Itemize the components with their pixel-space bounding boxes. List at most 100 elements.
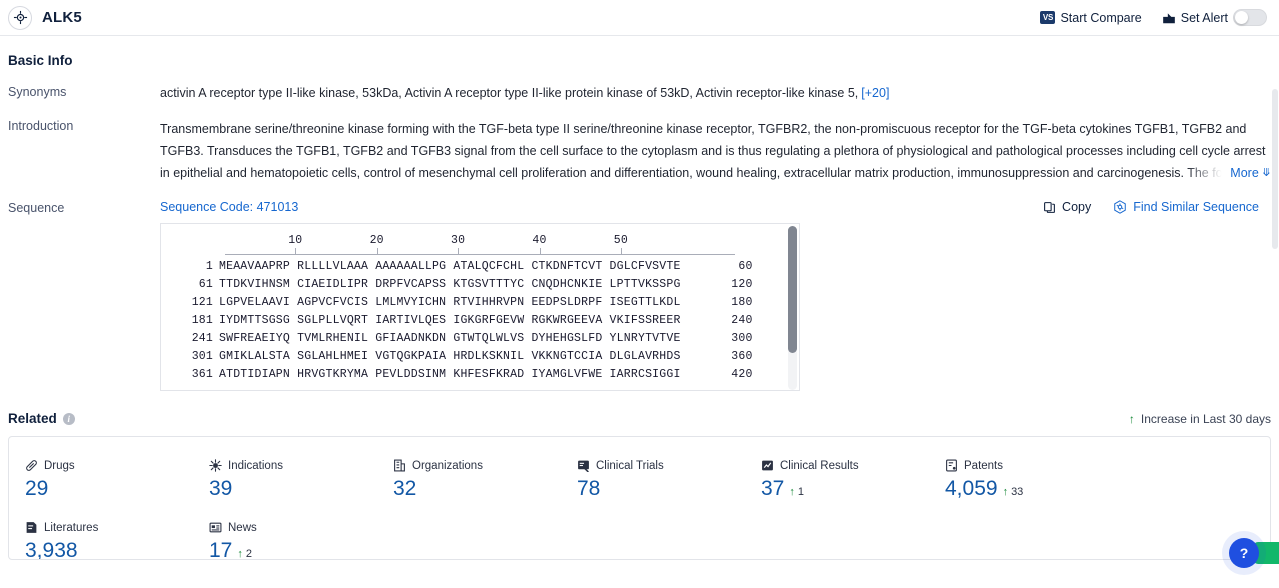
related-card[interactable]: Organizations 32 (393, 459, 577, 501)
sequence-end-index: 180 (731, 296, 753, 309)
arrow-up-icon: ↑ (789, 485, 795, 498)
header-actions: VS Start Compare Set Alert (1040, 9, 1267, 26)
related-card-value[interactable]: 78 (577, 477, 761, 501)
target-icon (8, 5, 32, 30)
sequence-start-index: 1 (205, 260, 213, 273)
sequence-residues: TTDKVIHNSM CIAEIDLIPR DRPFVCAPSS KTGSVTT… (219, 278, 681, 291)
related-card-value[interactable]: 37 ↑ 1 (761, 477, 945, 501)
sequence-line: 1 MEAAVAAPRP RLLLLVLAAA AAAAAALLPG ATALQC… (161, 258, 799, 276)
synonyms-label: Synonyms (8, 85, 67, 99)
sequence-line: 61 TTDKVIHNSM CIAEIDLIPR DRPFVCAPSS KTGSV… (161, 276, 799, 294)
set-alert-toggle[interactable] (1233, 9, 1267, 26)
related-card-value-text: 3,938 (25, 539, 78, 560)
help-button[interactable]: ? (1229, 538, 1259, 568)
related-card-label[interactable]: Indications (209, 459, 393, 472)
related-card-value[interactable]: 32 (393, 477, 577, 501)
sequence-residues: IYDMTTSGSG SGLPLLVQRT IARTIVLQES IGKGRFG… (219, 314, 681, 327)
sequence-end-index: 60 (738, 260, 753, 273)
related-card-delta-value: 33 (1011, 486, 1024, 498)
related-card-label[interactable]: Organizations (393, 459, 577, 472)
copy-button[interactable]: Copy (1043, 200, 1091, 214)
sequence-line: 121 LGPVELAAVI AGPVCFVCIS LMLMVYICHN RTVI… (161, 294, 799, 312)
sequence-line: 241 SWFREAEIYQ TVMLRHENIL GFIAADNKDN GTWT… (161, 330, 799, 348)
related-card-value-text: 4,059 (945, 477, 998, 500)
app-header: ALK5 VS Start Compare Set Alert (0, 0, 1279, 36)
related-card-value-text: 39 (209, 477, 233, 500)
introduction-more-label: More (1230, 166, 1259, 180)
sequence-scrollbar-thumb[interactable] (788, 226, 797, 353)
sequence-ruler: 10 20 30 40 50 (225, 234, 735, 258)
synonyms-text: activin A receptor type II-like kinase, … (160, 84, 1271, 102)
related-card[interactable]: Patents 4,059 ↑ 33 (945, 459, 1129, 501)
clinical-trial-icon (577, 459, 590, 472)
basic-info-title-label: Basic Info (8, 53, 73, 68)
sequence-code-link[interactable]: Sequence Code: 471013 (160, 200, 298, 214)
sequence-body: Sequence Code: 471013 Copy Find Similar … (160, 200, 1271, 391)
sequence-rows: 1 MEAAVAAPRP RLLLLVLAAA AAAAAALLPG ATALQC… (161, 258, 799, 384)
related-card-label-text: Indications (228, 459, 283, 472)
start-compare-button[interactable]: VS Start Compare (1040, 11, 1142, 25)
ruler-tick-label: 40 (532, 234, 547, 247)
sequence-end-index: 360 (731, 350, 753, 363)
sequence-end-index: 240 (731, 314, 753, 327)
page-scrollbar[interactable] (1272, 89, 1278, 249)
related-card-value-text: 37 (761, 477, 785, 500)
ruler-tick-label: 50 (613, 234, 628, 247)
introduction-row: Introduction Transmembrane serine/threon… (8, 118, 1271, 184)
sequence-scrollbar[interactable] (788, 226, 797, 390)
related-title: Related i (8, 411, 75, 426)
related-card-label-text: Patents (964, 459, 1003, 472)
pill-icon (25, 459, 38, 472)
related-card-delta-value: 1 (797, 486, 804, 498)
sequence-residues: GMIKLALSTA SGLAHLHMEI VGTQGKPAIA HRDLKSK… (219, 350, 681, 363)
sequence-start-index: 241 (191, 332, 213, 345)
related-card-label-text: Drugs (44, 459, 75, 472)
sequence-residues: LGPVELAAVI AGPVCFVCIS LMLMVYICHN RTVIHHR… (219, 296, 681, 309)
related-card[interactable]: Clinical Trials 78 (577, 459, 761, 501)
related-card-value-text: 17 (209, 539, 233, 560)
related-card[interactable]: Literatures 3,938 (25, 521, 209, 560)
related-card-label[interactable]: News (209, 521, 393, 534)
introduction-body: Transmembrane serine/threonine kinase fo… (160, 118, 1271, 184)
sequence-content: 10 20 30 40 50 1 MEAAVAAPRP RLLLLVLAAA AAAAAA… (161, 224, 799, 384)
sequence-line: 301 GMIKLALSTA SGLAHLHMEI VGTQGKPAIA HRDL… (161, 348, 799, 366)
related-card-delta: ↑ 2 (237, 548, 252, 559)
find-similar-sequence-button[interactable]: Find Similar Sequence (1113, 200, 1259, 214)
increase-legend-label: Increase in Last 30 days (1140, 411, 1271, 426)
related-card-label[interactable]: Patents (945, 459, 1129, 472)
synonyms-more-link[interactable]: [+20] (861, 86, 889, 100)
related-card[interactable]: Clinical Results 37 ↑ 1 (761, 459, 945, 501)
introduction-more-button[interactable]: More ⤋ (1186, 162, 1271, 184)
related-card-label[interactable]: Drugs (25, 459, 209, 472)
basic-info-title: Basic Info (8, 53, 1271, 68)
sequence-header: Sequence Code: 471013 Copy Find Similar … (160, 200, 1271, 214)
related-card-value[interactable]: 39 (209, 477, 393, 501)
related-card[interactable]: Drugs 29 (25, 459, 209, 501)
related-card[interactable]: Indications 39 (209, 459, 393, 501)
related-card-label[interactable]: Literatures (25, 521, 209, 534)
set-alert-control[interactable]: Set Alert (1162, 9, 1267, 26)
vs-icon: VS (1040, 11, 1056, 24)
info-icon[interactable]: i (62, 412, 75, 425)
copy-icon (1043, 201, 1056, 214)
related-card-label[interactable]: Clinical Trials (577, 459, 761, 472)
related-header: Related i ↑ Increase in Last 30 days (8, 411, 1271, 426)
ruler-tick-label: 10 (288, 234, 303, 247)
related-card-value[interactable]: 17 ↑ 2 (209, 539, 393, 560)
ruler-tick (295, 248, 297, 254)
related-card-value-text: 29 (25, 477, 49, 500)
related-card-value[interactable]: 3,938 (25, 539, 209, 560)
related-card-value[interactable]: 29 (25, 477, 209, 501)
related-card[interactable]: News 17 ↑ 2 (209, 521, 393, 560)
page-content: Basic Info Synonyms activin A receptor t… (0, 53, 1279, 568)
sequence-residues: ATDTIDIAPN HRVGTKRYMA PEVLDDSINM KHFESFK… (219, 368, 681, 381)
related-card-value[interactable]: 4,059 ↑ 33 (945, 477, 1129, 501)
chevron-double-down-icon: ⤋ (1261, 166, 1271, 179)
set-alert-label: Set Alert (1180, 10, 1228, 25)
building-icon (393, 459, 406, 472)
ruler-tick-label: 30 (450, 234, 466, 247)
sequence-viewer[interactable]: 10 20 30 40 50 1 MEAAVAAPRP RLLLLVLAAA AAAAAA… (160, 223, 800, 391)
sequence-start-index: 61 (198, 278, 213, 291)
related-card-label-text: Literatures (44, 521, 99, 534)
related-card-label[interactable]: Clinical Results (761, 459, 945, 472)
